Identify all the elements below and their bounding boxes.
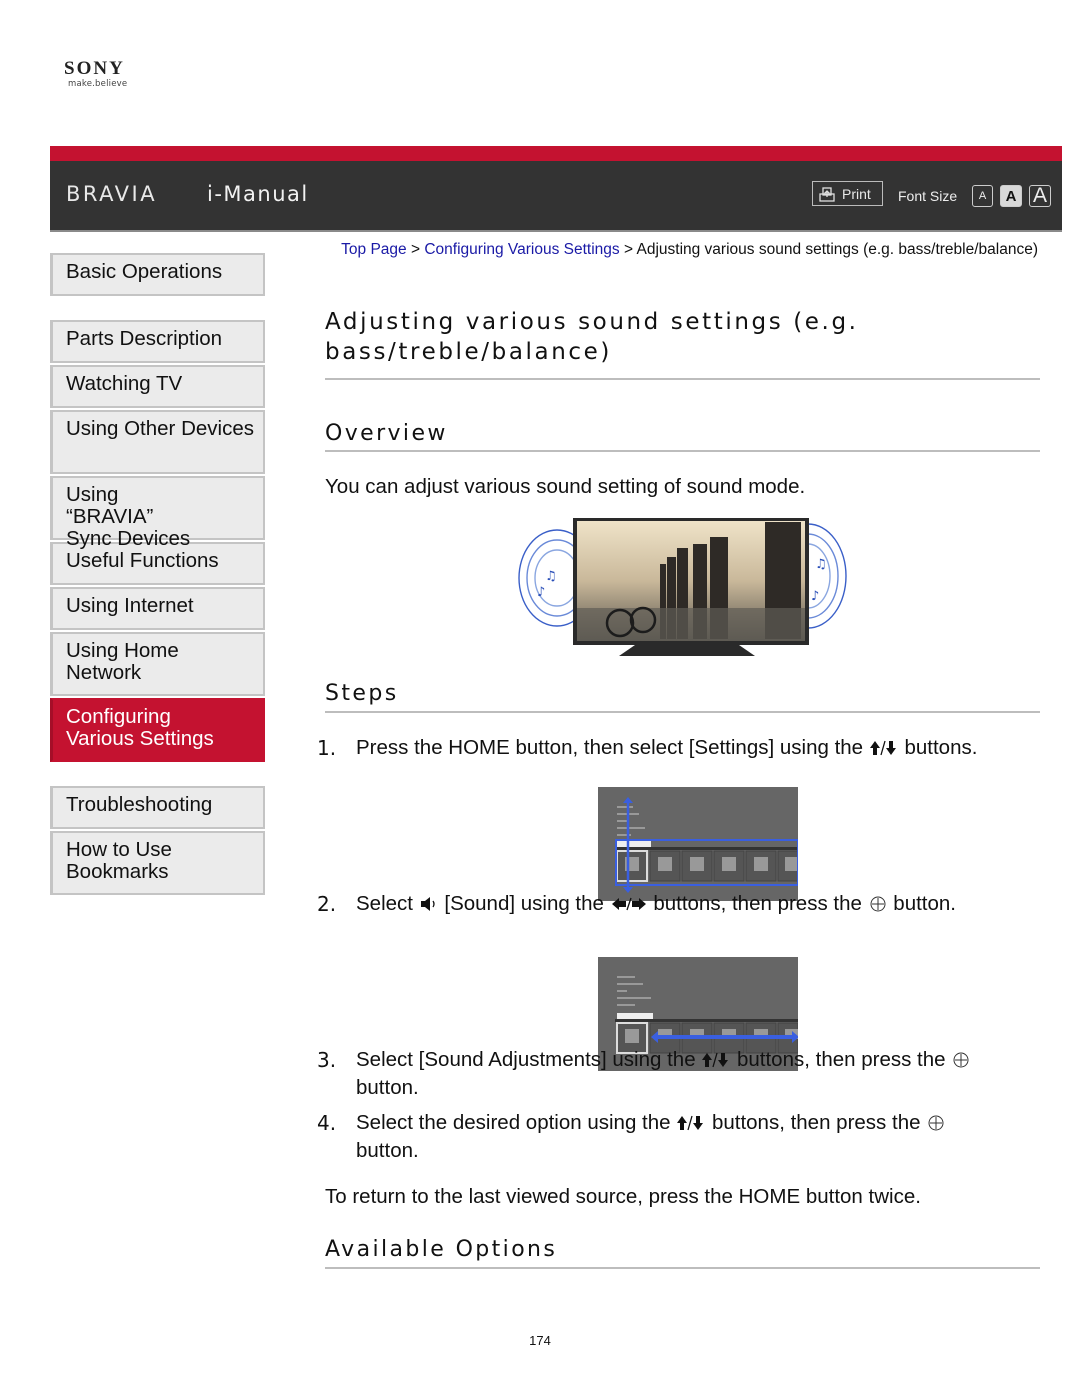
overview-heading: Overview bbox=[325, 421, 448, 446]
overview-text: You can adjust various sound setting of … bbox=[325, 474, 806, 498]
header-bar: BRAVIA i-Manual Print Font Size A A A bbox=[50, 146, 1062, 232]
step-text: buttons, then press the bbox=[647, 891, 868, 915]
main-content: Adjusting various sound settings (e.g. b… bbox=[317, 300, 1040, 1269]
breadcrumb-separator: > bbox=[623, 241, 634, 258]
return-note: To return to the last viewed source, pre… bbox=[325, 1184, 921, 1208]
step-text: Press the HOME button, then select [Sett… bbox=[356, 735, 869, 759]
step-text: button. bbox=[356, 1075, 419, 1099]
sidebar-item-how-to-use-bookmarks[interactable]: How to Use Bookmarks bbox=[50, 831, 265, 895]
enter-button-icon bbox=[870, 896, 886, 912]
page-title: Adjusting various sound settings (e.g. b… bbox=[325, 309, 859, 365]
font-size-large-button[interactable]: A bbox=[1029, 184, 1051, 207]
app-title: i-Manual bbox=[207, 182, 309, 206]
sidebar-item-using-bravia-sync-devices[interactable]: Using “BRAVIA” Sync Devices bbox=[50, 476, 265, 550]
steps-heading: Steps bbox=[325, 680, 399, 706]
sidebar-item-using-home-network[interactable]: Using Home Network bbox=[50, 632, 265, 696]
enter-button-icon bbox=[928, 1115, 944, 1131]
step-number: 2. bbox=[317, 891, 337, 916]
font-size-medium-button[interactable]: A bbox=[1000, 185, 1022, 207]
svg-text:♫: ♫ bbox=[815, 557, 827, 572]
step-text: Select [Sound Adjustments] using the bbox=[356, 1047, 702, 1071]
overview-divider bbox=[325, 450, 1040, 452]
font-size-small-button[interactable]: A bbox=[972, 185, 993, 207]
breadcrumb-top-page[interactable]: Top Page bbox=[341, 241, 407, 258]
sony-wordmark: SONY bbox=[64, 58, 125, 79]
print-label: Print bbox=[842, 185, 871, 202]
sony-logo: SONY make.believe bbox=[64, 58, 154, 89]
step-text: buttons, then press the bbox=[706, 1110, 927, 1134]
sidebar-item-configuring-various-settings[interactable]: Configuring Various Settings bbox=[50, 698, 265, 762]
available-options-heading: Available Options bbox=[325, 1236, 558, 1262]
sidebar-item-watching-tv[interactable]: Watching TV bbox=[50, 365, 265, 408]
font-size-label: Font Size bbox=[898, 188, 958, 204]
sidebar-item-using-other-devices[interactable]: Using Other Devices bbox=[50, 410, 265, 474]
breadcrumb: Top Page > Configuring Various Settings … bbox=[330, 236, 1038, 263]
step-text: Select the desired option using the bbox=[356, 1110, 677, 1134]
step-3: 3. Select [Sound Adjustments] using the … bbox=[317, 1046, 1040, 1102]
breadcrumb-separator: > bbox=[410, 241, 421, 258]
step-text: buttons. bbox=[898, 735, 978, 759]
step-4: 4. Select the desired option using the b… bbox=[317, 1109, 1040, 1165]
up-down-arrows-icon bbox=[869, 740, 896, 756]
sidebar-item-useful-functions[interactable]: Useful Functions bbox=[50, 542, 265, 585]
step-number: 4. bbox=[317, 1110, 337, 1135]
step-text: [Sound] using the bbox=[438, 891, 610, 915]
print-icon bbox=[819, 186, 835, 202]
home-menu-screenshot-settings bbox=[598, 787, 798, 901]
page-number: 174 bbox=[529, 1333, 551, 1348]
step-1: 1. Press the HOME button, then select [S… bbox=[317, 734, 1040, 762]
svg-text:♪: ♪ bbox=[537, 585, 545, 600]
steps-list: 1. Press the HOME button, then select [S… bbox=[317, 734, 1040, 762]
steps-list: 2. Select [Sound] using the buttons, the… bbox=[317, 890, 1040, 918]
step-text: Select bbox=[356, 891, 419, 915]
sidebar-item-basic-operations[interactable]: Basic Operations bbox=[50, 253, 265, 296]
step-2: 2. Select [Sound] using the buttons, the… bbox=[317, 890, 1040, 918]
left-right-arrows-icon bbox=[611, 897, 646, 911]
step-text: button. bbox=[356, 1138, 419, 1162]
title-divider bbox=[325, 378, 1040, 380]
svg-text:♫: ♫ bbox=[545, 569, 557, 584]
up-down-arrows-icon bbox=[677, 1115, 704, 1131]
available-options-divider bbox=[325, 1266, 1040, 1269]
up-down-arrows-icon bbox=[702, 1052, 729, 1068]
sidebar-item-using-internet[interactable]: Using Internet bbox=[50, 587, 265, 630]
sidebar-item-troubleshooting[interactable]: Troubleshooting bbox=[50, 786, 265, 829]
steps-list: 3. Select [Sound Adjustments] using the … bbox=[317, 1046, 1040, 1165]
step-text: button. bbox=[887, 891, 956, 915]
step-number: 3. bbox=[317, 1047, 337, 1072]
svg-text:♪: ♪ bbox=[811, 589, 819, 604]
sidebar-item-parts-description[interactable]: Parts Description bbox=[50, 320, 265, 363]
tv-sound-illustration: ♫♪♫♪♫ bbox=[518, 518, 847, 656]
sony-tagline: make.believe bbox=[68, 79, 128, 89]
speaker-icon bbox=[420, 897, 435, 912]
step-text: buttons, then press the bbox=[731, 1047, 952, 1071]
breadcrumb-current: Adjusting various sound settings (e.g. b… bbox=[636, 241, 1038, 258]
enter-button-icon bbox=[953, 1052, 969, 1068]
print-button[interactable]: Print bbox=[812, 181, 883, 206]
bravia-logo: BRAVIA bbox=[66, 182, 158, 206]
header-accent-stripe bbox=[50, 146, 1062, 161]
step-number: 1. bbox=[317, 735, 337, 760]
steps-divider bbox=[325, 710, 1040, 713]
tv-stand bbox=[619, 645, 755, 656]
header-divider bbox=[50, 230, 1062, 232]
breadcrumb-configuring-various-settings[interactable]: Configuring Various Settings bbox=[424, 241, 619, 258]
sidebar-nav: Basic Operations Parts Description Watch… bbox=[50, 253, 265, 897]
